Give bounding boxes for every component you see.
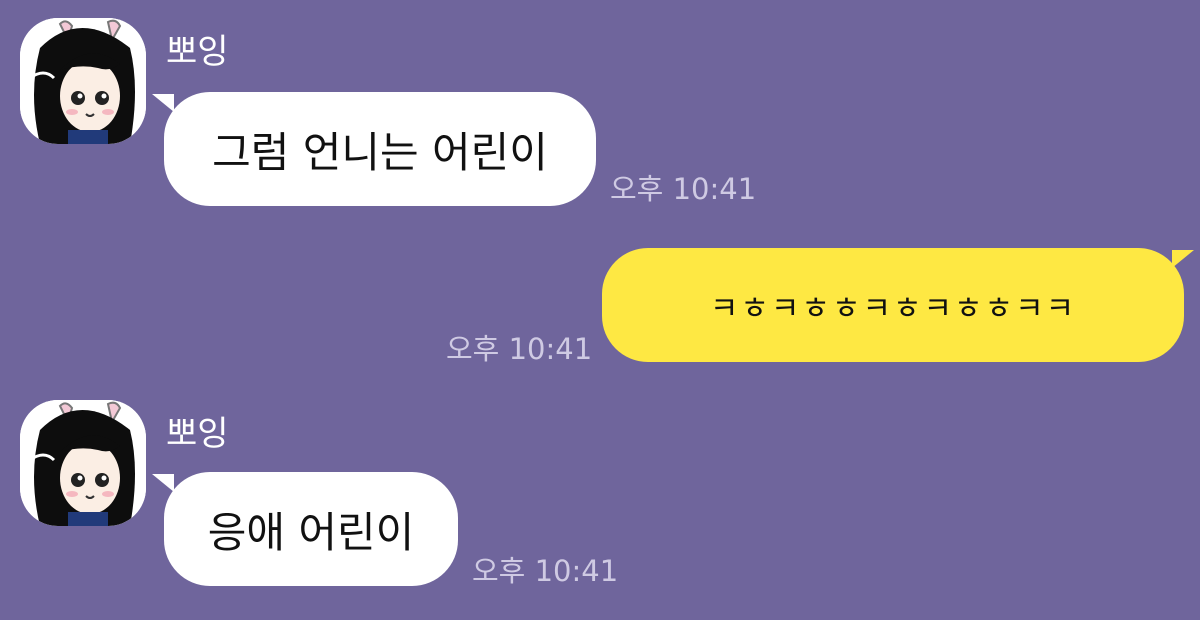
sender-name: 뽀잉 (166, 32, 229, 72)
message-bubble-incoming[interactable]: 그럼 언니는 어린이 (164, 92, 596, 206)
message-text: 응애 어린이 (207, 507, 415, 557)
message-bubble-outgoing[interactable]: ㅋㅎㅋㅎㅎㅋㅎㅋㅎㅎㅋㅋ (602, 248, 1184, 362)
sender-name: 뽀잉 (166, 414, 229, 454)
message-time: 오후 10:41 (472, 554, 619, 588)
chat-room: 뽀잉 그럼 언니는 어린이 오후 10:41 오후 10:41 ㅋㅎㅋㅎㅎㅋㅎㅋ… (0, 0, 1200, 620)
bubble-tail (1172, 250, 1194, 268)
sender-avatar[interactable] (20, 400, 146, 526)
message-time: 오후 10:41 (446, 332, 593, 366)
message-text: ㅋㅎㅋㅎㅎㅋㅎㅋㅎㅎㅋㅋ (709, 290, 1077, 327)
avatar-image (20, 400, 146, 526)
message-bubble-incoming[interactable]: 응애 어린이 (164, 472, 458, 586)
message-time: 오후 10:41 (610, 172, 757, 206)
avatar-image (20, 18, 146, 144)
sender-avatar[interactable] (20, 18, 146, 144)
message-text: 그럼 언니는 어린이 (212, 127, 548, 177)
